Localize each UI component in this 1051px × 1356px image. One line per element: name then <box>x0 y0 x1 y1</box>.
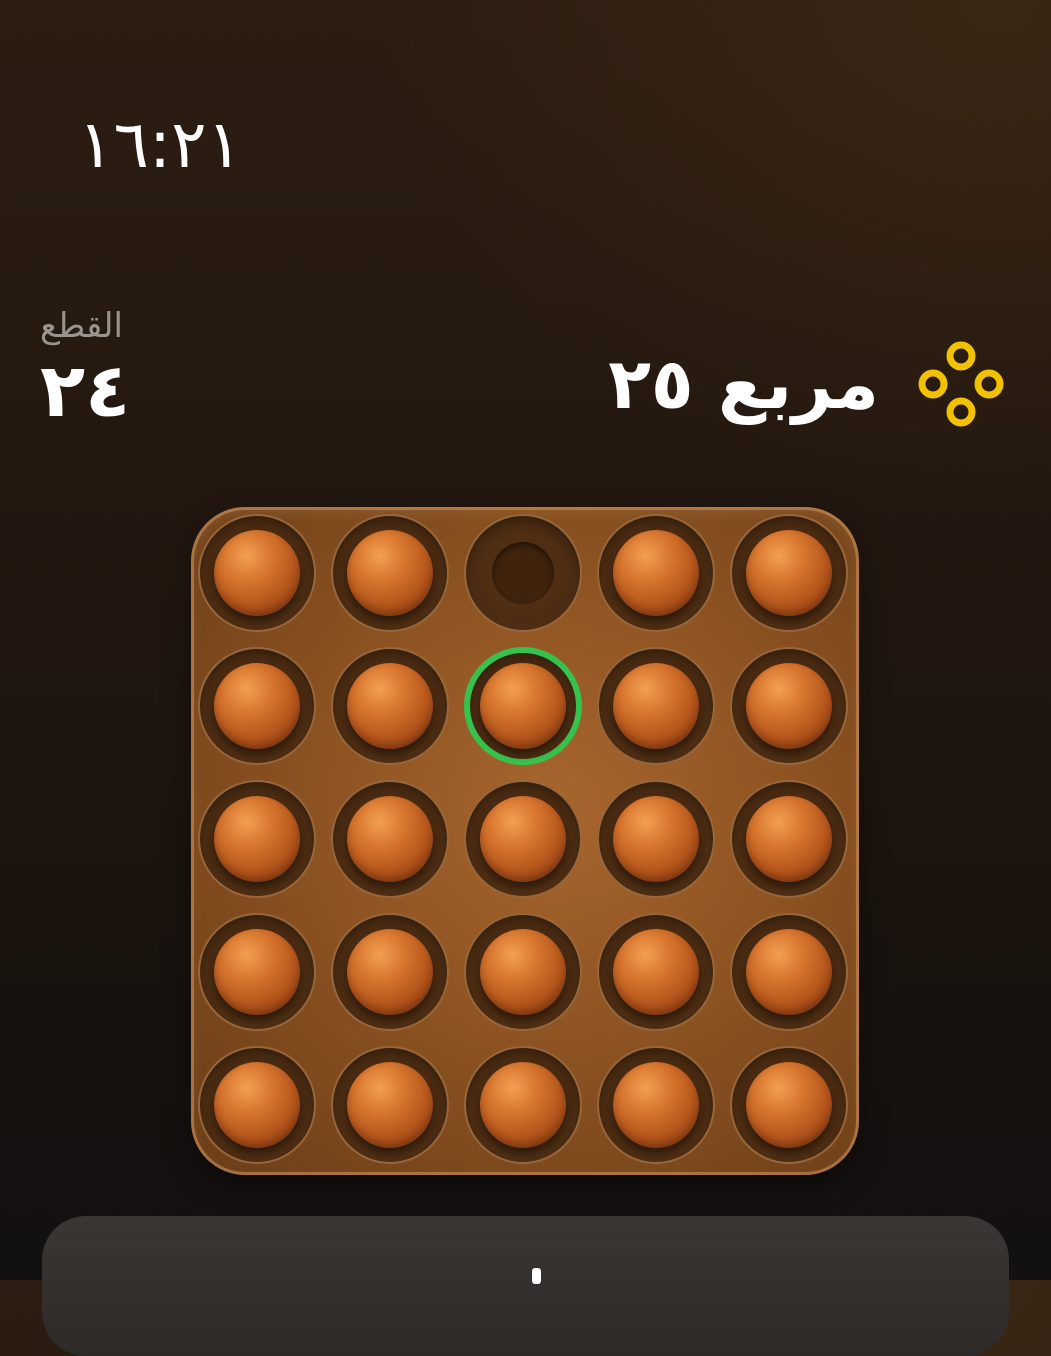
peg[interactable] <box>214 663 300 749</box>
status-bar-time: ١٦:٢١ <box>78 106 243 183</box>
board-hole-r2-c2[interactable] <box>331 647 449 765</box>
level-icon-circle-bottom <box>946 397 976 427</box>
peg[interactable] <box>613 663 699 749</box>
peg[interactable] <box>480 1062 566 1148</box>
board-hole-r3-c2[interactable] <box>331 780 449 898</box>
peg[interactable] <box>347 663 433 749</box>
board-hole-r3-c5[interactable] <box>730 780 848 898</box>
peg[interactable] <box>746 796 832 882</box>
pieces-count: ٢٤ <box>40 347 131 434</box>
peg[interactable] <box>613 1062 699 1148</box>
level-icon-circle-right <box>974 369 1004 399</box>
level-icon-circle-top <box>946 341 976 371</box>
board-hole-r1-c2[interactable] <box>331 514 449 632</box>
peg[interactable] <box>214 796 300 882</box>
pieces-label: القطع <box>40 306 123 346</box>
level-header: مربع ٢٥ <box>608 338 1007 430</box>
peg[interactable] <box>347 1062 433 1148</box>
board-hole-r1-c5[interactable] <box>730 514 848 632</box>
peg[interactable] <box>613 929 699 1015</box>
peg[interactable] <box>214 1062 300 1148</box>
peg[interactable] <box>613 796 699 882</box>
board-hole-r4-c1[interactable] <box>198 913 316 1031</box>
peg[interactable] <box>746 1062 832 1148</box>
board-hole-r2-c3[interactable] <box>464 647 582 765</box>
peg[interactable] <box>613 530 699 616</box>
peg[interactable] <box>214 530 300 616</box>
pieces-counter: القطع ٢٤ <box>40 306 180 430</box>
bottom-action-panel[interactable] <box>42 1216 1009 1356</box>
peg[interactable] <box>214 929 300 1015</box>
peg[interactable] <box>746 929 832 1015</box>
board-hole-r3-c3[interactable] <box>464 780 582 898</box>
peg[interactable] <box>347 929 433 1015</box>
board-hole-r5-c4[interactable] <box>597 1046 715 1164</box>
selected-peg[interactable] <box>480 663 566 749</box>
board-hole-r1-c4[interactable] <box>597 514 715 632</box>
board-hole-r4-c3[interactable] <box>464 913 582 1031</box>
peg[interactable] <box>746 663 832 749</box>
board-hole-r2-c5[interactable] <box>730 647 848 765</box>
board-hole-r1-c1[interactable] <box>198 514 316 632</box>
peg[interactable] <box>746 530 832 616</box>
peg[interactable] <box>480 796 566 882</box>
bottom-panel-mark <box>532 1268 541 1284</box>
peg[interactable] <box>480 929 566 1015</box>
board-hole-r2-c4[interactable] <box>597 647 715 765</box>
game-board <box>191 507 859 1175</box>
board-hole-r5-c3[interactable] <box>464 1046 582 1164</box>
board-hole-r5-c5[interactable] <box>730 1046 848 1164</box>
peg[interactable] <box>347 530 433 616</box>
board-hole-r5-c1[interactable] <box>198 1046 316 1164</box>
board-hole-r3-c1[interactable] <box>198 780 316 898</box>
peg[interactable] <box>347 796 433 882</box>
board-hole-r1-c3[interactable] <box>464 514 582 632</box>
board-hole-r5-c2[interactable] <box>331 1046 449 1164</box>
level-icon-circle-left <box>918 369 948 399</box>
board-hole-r4-c5[interactable] <box>730 913 848 1031</box>
board-hole-r4-c4[interactable] <box>597 913 715 1031</box>
board-hole-r2-c1[interactable] <box>198 647 316 765</box>
level-title: مربع ٢٥ <box>608 343 879 425</box>
board-hole-r3-c4[interactable] <box>597 780 715 898</box>
board-hole-r4-c2[interactable] <box>331 913 449 1031</box>
four-circles-icon <box>918 341 1004 427</box>
